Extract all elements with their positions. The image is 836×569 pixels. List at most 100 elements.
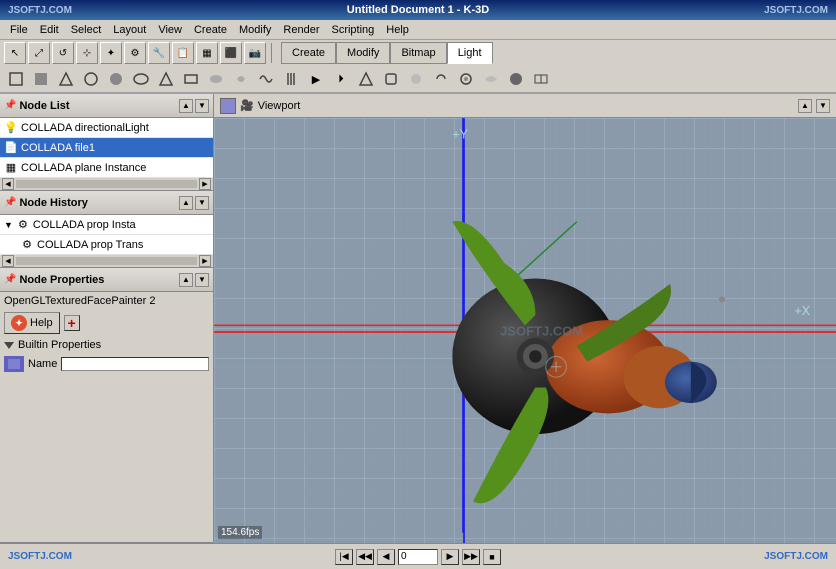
help-button[interactable]: ✦ Help xyxy=(4,312,60,334)
tab-create[interactable]: Create xyxy=(281,42,336,64)
shape8-btn[interactable] xyxy=(179,67,203,91)
shape7-btn[interactable] xyxy=(154,67,178,91)
node-list-hscroll: ◀ ▶ xyxy=(0,178,213,190)
node-list-pin-icon: 📌 xyxy=(4,100,16,111)
window-title: Untitled Document 1 - K-3D xyxy=(72,4,764,16)
menu-create[interactable]: Create xyxy=(188,22,233,38)
menu-view[interactable]: View xyxy=(152,22,188,38)
node-list-scroll-right[interactable]: ▶ xyxy=(199,178,211,190)
node-item-label: COLLADA file1 xyxy=(21,142,95,154)
frame-next-btn[interactable]: ▶▶ xyxy=(462,549,480,565)
tool5-btn[interactable]: ✦ xyxy=(100,42,122,64)
light8-btn[interactable] xyxy=(529,67,553,91)
node-list-header-icons: ▲ ▼ xyxy=(179,99,209,113)
history-scroll-left[interactable]: ◀ xyxy=(2,255,14,267)
shape11-btn[interactable] xyxy=(254,67,278,91)
tab-bitmap[interactable]: Bitmap xyxy=(390,42,446,64)
select-tool-btn[interactable]: ↖ xyxy=(4,42,26,64)
frame-stop-btn[interactable]: ■ xyxy=(483,549,501,565)
light5-btn[interactable] xyxy=(454,67,478,91)
node-history-scroll-down[interactable]: ▼ xyxy=(195,196,209,210)
shape6-btn[interactable] xyxy=(129,67,153,91)
node-list-scroll-up[interactable]: ▲ xyxy=(179,99,193,113)
title-bar: JSOFTJ.COM Untitled Document 1 - K-3D JS… xyxy=(0,0,836,20)
menu-file[interactable]: File xyxy=(4,22,34,38)
menu-help[interactable]: Help xyxy=(380,22,415,38)
light6-btn[interactable] xyxy=(479,67,503,91)
frame-start-btn[interactable]: |◀ xyxy=(335,549,353,565)
node-list-scroll-left[interactable]: ◀ xyxy=(2,178,14,190)
history-item-2[interactable]: ⚙ COLLADA prop Trans xyxy=(0,235,213,255)
history-scroll-right[interactable]: ▶ xyxy=(199,255,211,267)
menu-layout[interactable]: Layout xyxy=(107,22,152,38)
scale-tool-btn[interactable]: ⊹ xyxy=(76,42,98,64)
tool7-btn[interactable]: 🔧 xyxy=(148,42,170,64)
frame-back-btn[interactable]: ◀ xyxy=(377,549,395,565)
node-props-scroll-down[interactable]: ▼ xyxy=(195,273,209,287)
tab-modify[interactable]: Modify xyxy=(336,42,390,64)
status-bar: JSOFTJ.COM |◀ ◀◀ ◀ ▶ ▶▶ ■ JSOFTJ.COM xyxy=(0,543,836,569)
name-input[interactable] xyxy=(61,357,209,371)
shape3-btn[interactable] xyxy=(54,67,78,91)
node-history-scroll-up[interactable]: ▲ xyxy=(179,196,193,210)
status-logo-right: JSOFTJ.COM xyxy=(764,551,828,562)
node-list-scroll-down[interactable]: ▼ xyxy=(195,99,209,113)
history-scroll-track[interactable] xyxy=(16,257,197,265)
shape9-btn[interactable] xyxy=(204,67,228,91)
light2-btn[interactable] xyxy=(379,67,403,91)
node-list-header-left: 📌 Node List xyxy=(4,100,70,112)
viewport-icon xyxy=(220,98,236,114)
menu-scripting[interactable]: Scripting xyxy=(325,22,380,38)
name-row: Name xyxy=(0,354,213,374)
light4-btn[interactable] xyxy=(429,67,453,91)
toolbar-row-2: ▶ ⏵ xyxy=(0,66,836,93)
node-item-collada-plane[interactable]: ▦ COLLADA plane Instance xyxy=(0,158,213,178)
anim-play-btn[interactable]: ▶ xyxy=(304,67,328,91)
tool6-btn[interactable]: ⚙ xyxy=(124,42,146,64)
node-list-label: Node List xyxy=(19,100,69,112)
viewport-scroll-up[interactable]: ▲ xyxy=(798,99,812,113)
left-panel: 📌 Node List ▲ ▼ 💡 COLLADA directionalLig… xyxy=(0,94,214,543)
title-logo-left: JSOFTJ.COM xyxy=(8,5,72,16)
shape4-btn[interactable] xyxy=(79,67,103,91)
node-history-content: ▼ ⚙ COLLADA prop Insta ⚙ COLLADA prop Tr… xyxy=(0,215,213,255)
menu-select[interactable]: Select xyxy=(65,22,108,38)
node-props-scroll-up[interactable]: ▲ xyxy=(179,273,193,287)
tool11-btn[interactable]: 📷 xyxy=(244,42,266,64)
menu-bar: File Edit Select Layout View Create Modi… xyxy=(0,20,836,40)
shape12-btn[interactable] xyxy=(279,67,303,91)
light3-btn[interactable] xyxy=(404,67,428,91)
move-tool-btn[interactable]: ⤢ xyxy=(28,42,50,64)
shape2-btn[interactable] xyxy=(29,67,53,91)
node-list-scroll-track[interactable] xyxy=(16,180,197,188)
shape10-btn[interactable] xyxy=(229,67,253,91)
light1-btn[interactable] xyxy=(354,67,378,91)
prop-node-icon: ⚙ xyxy=(16,218,30,232)
shape5-btn[interactable] xyxy=(104,67,128,91)
viewport-scroll-down[interactable]: ▼ xyxy=(816,99,830,113)
expand-icon: ▼ xyxy=(4,220,13,230)
anim-play2-btn[interactable]: ⏵ xyxy=(329,67,353,91)
tool8-btn[interactable]: 📋 xyxy=(172,42,194,64)
history-item-1[interactable]: ▼ ⚙ COLLADA prop Insta xyxy=(0,215,213,235)
add-property-button[interactable]: + xyxy=(64,315,80,331)
node-item-collada-light[interactable]: 💡 COLLADA directionalLight xyxy=(0,118,213,138)
frame-number-input[interactable] xyxy=(398,549,438,565)
light7-btn[interactable] xyxy=(504,67,528,91)
menu-edit[interactable]: Edit xyxy=(34,22,65,38)
rotate-tool-btn[interactable]: ↺ xyxy=(52,42,74,64)
tool10-btn[interactable]: ⬛ xyxy=(220,42,242,64)
menu-modify[interactable]: Modify xyxy=(233,22,277,38)
3d-model: +X +Y xyxy=(214,118,836,533)
node-history-header: 📌 Node History ▲ ▼ xyxy=(0,191,213,215)
triangle-icon xyxy=(4,342,14,349)
tab-light[interactable]: Light xyxy=(447,42,493,64)
node-item-collada-file[interactable]: 📄 COLLADA file1 xyxy=(0,138,213,158)
frame-fwd-btn[interactable]: ▶ xyxy=(441,549,459,565)
shape1-btn[interactable] xyxy=(4,67,28,91)
menu-render[interactable]: Render xyxy=(277,22,325,38)
frame-prev-btn[interactable]: ◀◀ xyxy=(356,549,374,565)
node-history-section: 📌 Node History ▲ ▼ ▼ ⚙ COLLADA prop Inst… xyxy=(0,191,213,268)
tool9-btn[interactable]: ▦ xyxy=(196,42,218,64)
viewport-canvas[interactable]: +X +Y xyxy=(214,118,836,543)
